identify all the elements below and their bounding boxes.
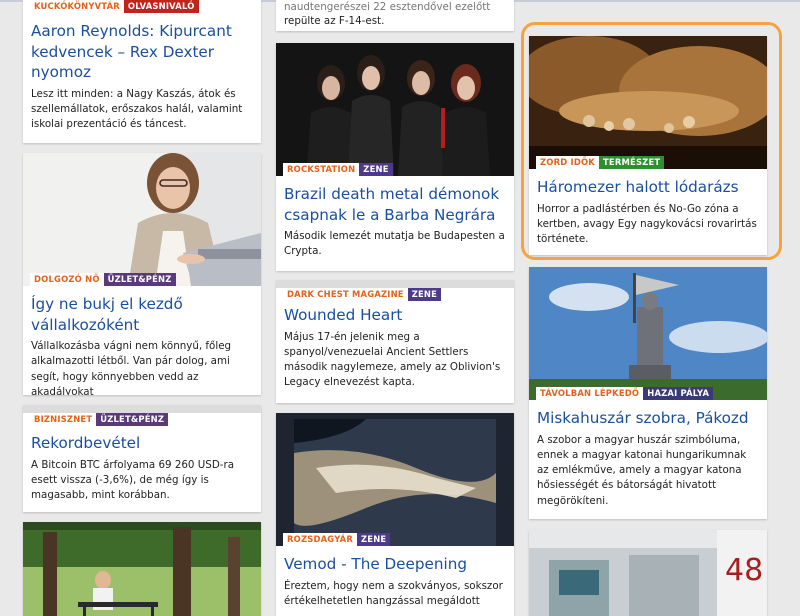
article-title[interactable]: Háromezer halott lódarázs [529, 177, 767, 198]
image-hornet-nest [529, 36, 767, 169]
article-title[interactable]: Brazil death metal démonok csapnak le a … [276, 184, 514, 225]
article-title[interactable]: Aaron Reynolds: Kipurcant kedvencek – Re… [23, 21, 261, 83]
article-title[interactable]: Rekordbevétel [23, 433, 261, 454]
article-tags: BIZNISZNET ÜZLET&PÉNZ [30, 413, 261, 426]
article-card-lodarazs[interactable]: ZORD IDŐK TERMÉSZET Háromezer halott lód… [529, 36, 767, 255]
source-tag[interactable]: DARK CHEST MAGAZINE [283, 288, 408, 301]
category-tag[interactable]: OLVASNIVALÓ [123, 0, 199, 13]
svg-text:48: 48 [725, 553, 763, 588]
article-tags: ROCKSTATION ZENE [283, 163, 393, 176]
article-tags: DOLGOZÓ NŐ ÜZLET&PÉNZ [30, 273, 176, 286]
source-tag[interactable]: DOLGOZÓ NŐ [30, 273, 104, 286]
article-card-park[interactable] [23, 522, 261, 616]
article-card-exhibition[interactable]: 48 [529, 530, 767, 616]
article-excerpt: A Bitcoin BTC árfolyama 69 260 USD-ra es… [31, 458, 235, 502]
article-excerpt: Második lemezét mutatja be Budapesten a … [284, 230, 505, 258]
article-tags: ROZSDAGYÁR ZENE [283, 533, 391, 546]
article-excerpt: Horror a padlástérben és No-Go zóna a ke… [537, 202, 757, 246]
article-excerpt: Lesz itt minden: a Nagy Kaszás, átok és … [31, 87, 243, 131]
article-excerpt: A szobor a magyar huszár szimbóluma, enn… [537, 433, 747, 507]
article-image-statue[interactable]: TÁVOLBAN LÉPKEDŐ HAZAI PÁLYA [529, 267, 767, 400]
article-card-crypta[interactable]: ROCKSTATION ZENE Brazil death metal démo… [276, 43, 514, 271]
article-image-exhibition[interactable]: 48 [529, 530, 767, 616]
category-tag[interactable]: TERMÉSZET [599, 156, 665, 169]
article-card-vemod[interactable]: ROZSDAGYÁR ZENE Vemod - The Deepening Ér… [276, 413, 514, 616]
article-card-wounded-heart[interactable]: DARK CHEST MAGAZINE ZENE Wounded Heart M… [276, 280, 514, 403]
article-image-woman-laptop[interactable]: DOLGOZÓ NŐ ÜZLET&PÉNZ [23, 153, 261, 286]
image-office-scene [23, 153, 261, 286]
article-card-kezdo-vallalkozo[interactable]: DOLGOZÓ NŐ ÜZLET&PÉNZ Így ne bukj el kez… [23, 153, 261, 395]
source-tag[interactable]: KUCKÓKÖNYVTÁR [30, 0, 124, 13]
article-image-band[interactable]: ROCKSTATION ZENE [276, 43, 514, 176]
card-band [276, 280, 514, 288]
source-tag[interactable]: ROZSDAGYÁR [283, 533, 357, 546]
article-excerpt-tail: repülte az F-14-est. [284, 15, 385, 27]
article-tags: DARK CHEST MAGAZINE ZENE [283, 288, 514, 301]
article-title[interactable]: Wounded Heart [276, 305, 514, 326]
article-excerpt: Május 17-én jelenik meg a spanyol/venezu… [284, 330, 501, 389]
category-tag[interactable]: ÜZLET&PÉNZ [96, 413, 169, 426]
source-tag[interactable]: TÁVOLBAN LÉPKEDŐ [536, 387, 644, 400]
image-band-photo [276, 43, 514, 176]
article-title[interactable]: Miskahuszár szobra, Pákozd [529, 408, 767, 429]
image-abstract-cover [276, 413, 514, 546]
article-card-f14[interactable]: naudtengerészei 22 esztendővel ezelőtt s… [276, 0, 514, 31]
source-tag[interactable]: BIZNISZNET [30, 413, 97, 426]
article-excerpt-faded: naudtengerészei 22 esztendővel ezelőtt s… [284, 1, 491, 13]
article-card-kipurcant[interactable]: KUCKÓKÖNYVTÁR OLVASNIVALÓ Aaron Reynolds… [23, 0, 261, 143]
category-tag[interactable]: HAZAI PÁLYA [643, 387, 714, 400]
article-tags: TÁVOLBAN LÉPKEDŐ HAZAI PÁLYA [536, 387, 714, 400]
article-tags: KUCKÓKÖNYVTÁR OLVASNIVALÓ [30, 0, 261, 13]
source-tag[interactable]: ROCKSTATION [283, 163, 360, 176]
article-title[interactable]: Vemod - The Deepening [276, 554, 514, 575]
article-image-album-cover[interactable]: ROZSDAGYÁR ZENE [276, 413, 514, 546]
image-museum-hall: 48 [529, 530, 767, 616]
article-image-park[interactable] [23, 522, 261, 616]
article-title[interactable]: Így ne bukj el kezdő vállalkozóként [23, 294, 261, 335]
article-excerpt: Éreztem, hogy nem a szokványos, sokszor … [284, 579, 503, 607]
article-tags: ZORD IDŐK TERMÉSZET [536, 156, 665, 169]
category-tag[interactable]: ÜZLET&PÉNZ [103, 273, 176, 286]
card-band [23, 405, 261, 413]
category-tag[interactable]: ZENE [359, 163, 393, 176]
image-hussar-statue [529, 267, 767, 400]
article-excerpt: Vállalkozásba vágni nem könnyű, főleg al… [31, 340, 232, 395]
article-card-rekordbevetel[interactable]: BIZNISZNET ÜZLET&PÉNZ Rekordbevétel A Bi… [23, 405, 261, 512]
source-tag[interactable]: ZORD IDŐK [536, 156, 599, 169]
article-image-hornets[interactable]: ZORD IDŐK TERMÉSZET [529, 36, 767, 169]
category-tag[interactable]: ZENE [357, 533, 391, 546]
article-card-miskahuszar[interactable]: TÁVOLBAN LÉPKEDŐ HAZAI PÁLYA Miskahuszár… [529, 267, 767, 519]
image-park-scene [23, 522, 261, 616]
category-tag[interactable]: ZENE [407, 288, 442, 301]
